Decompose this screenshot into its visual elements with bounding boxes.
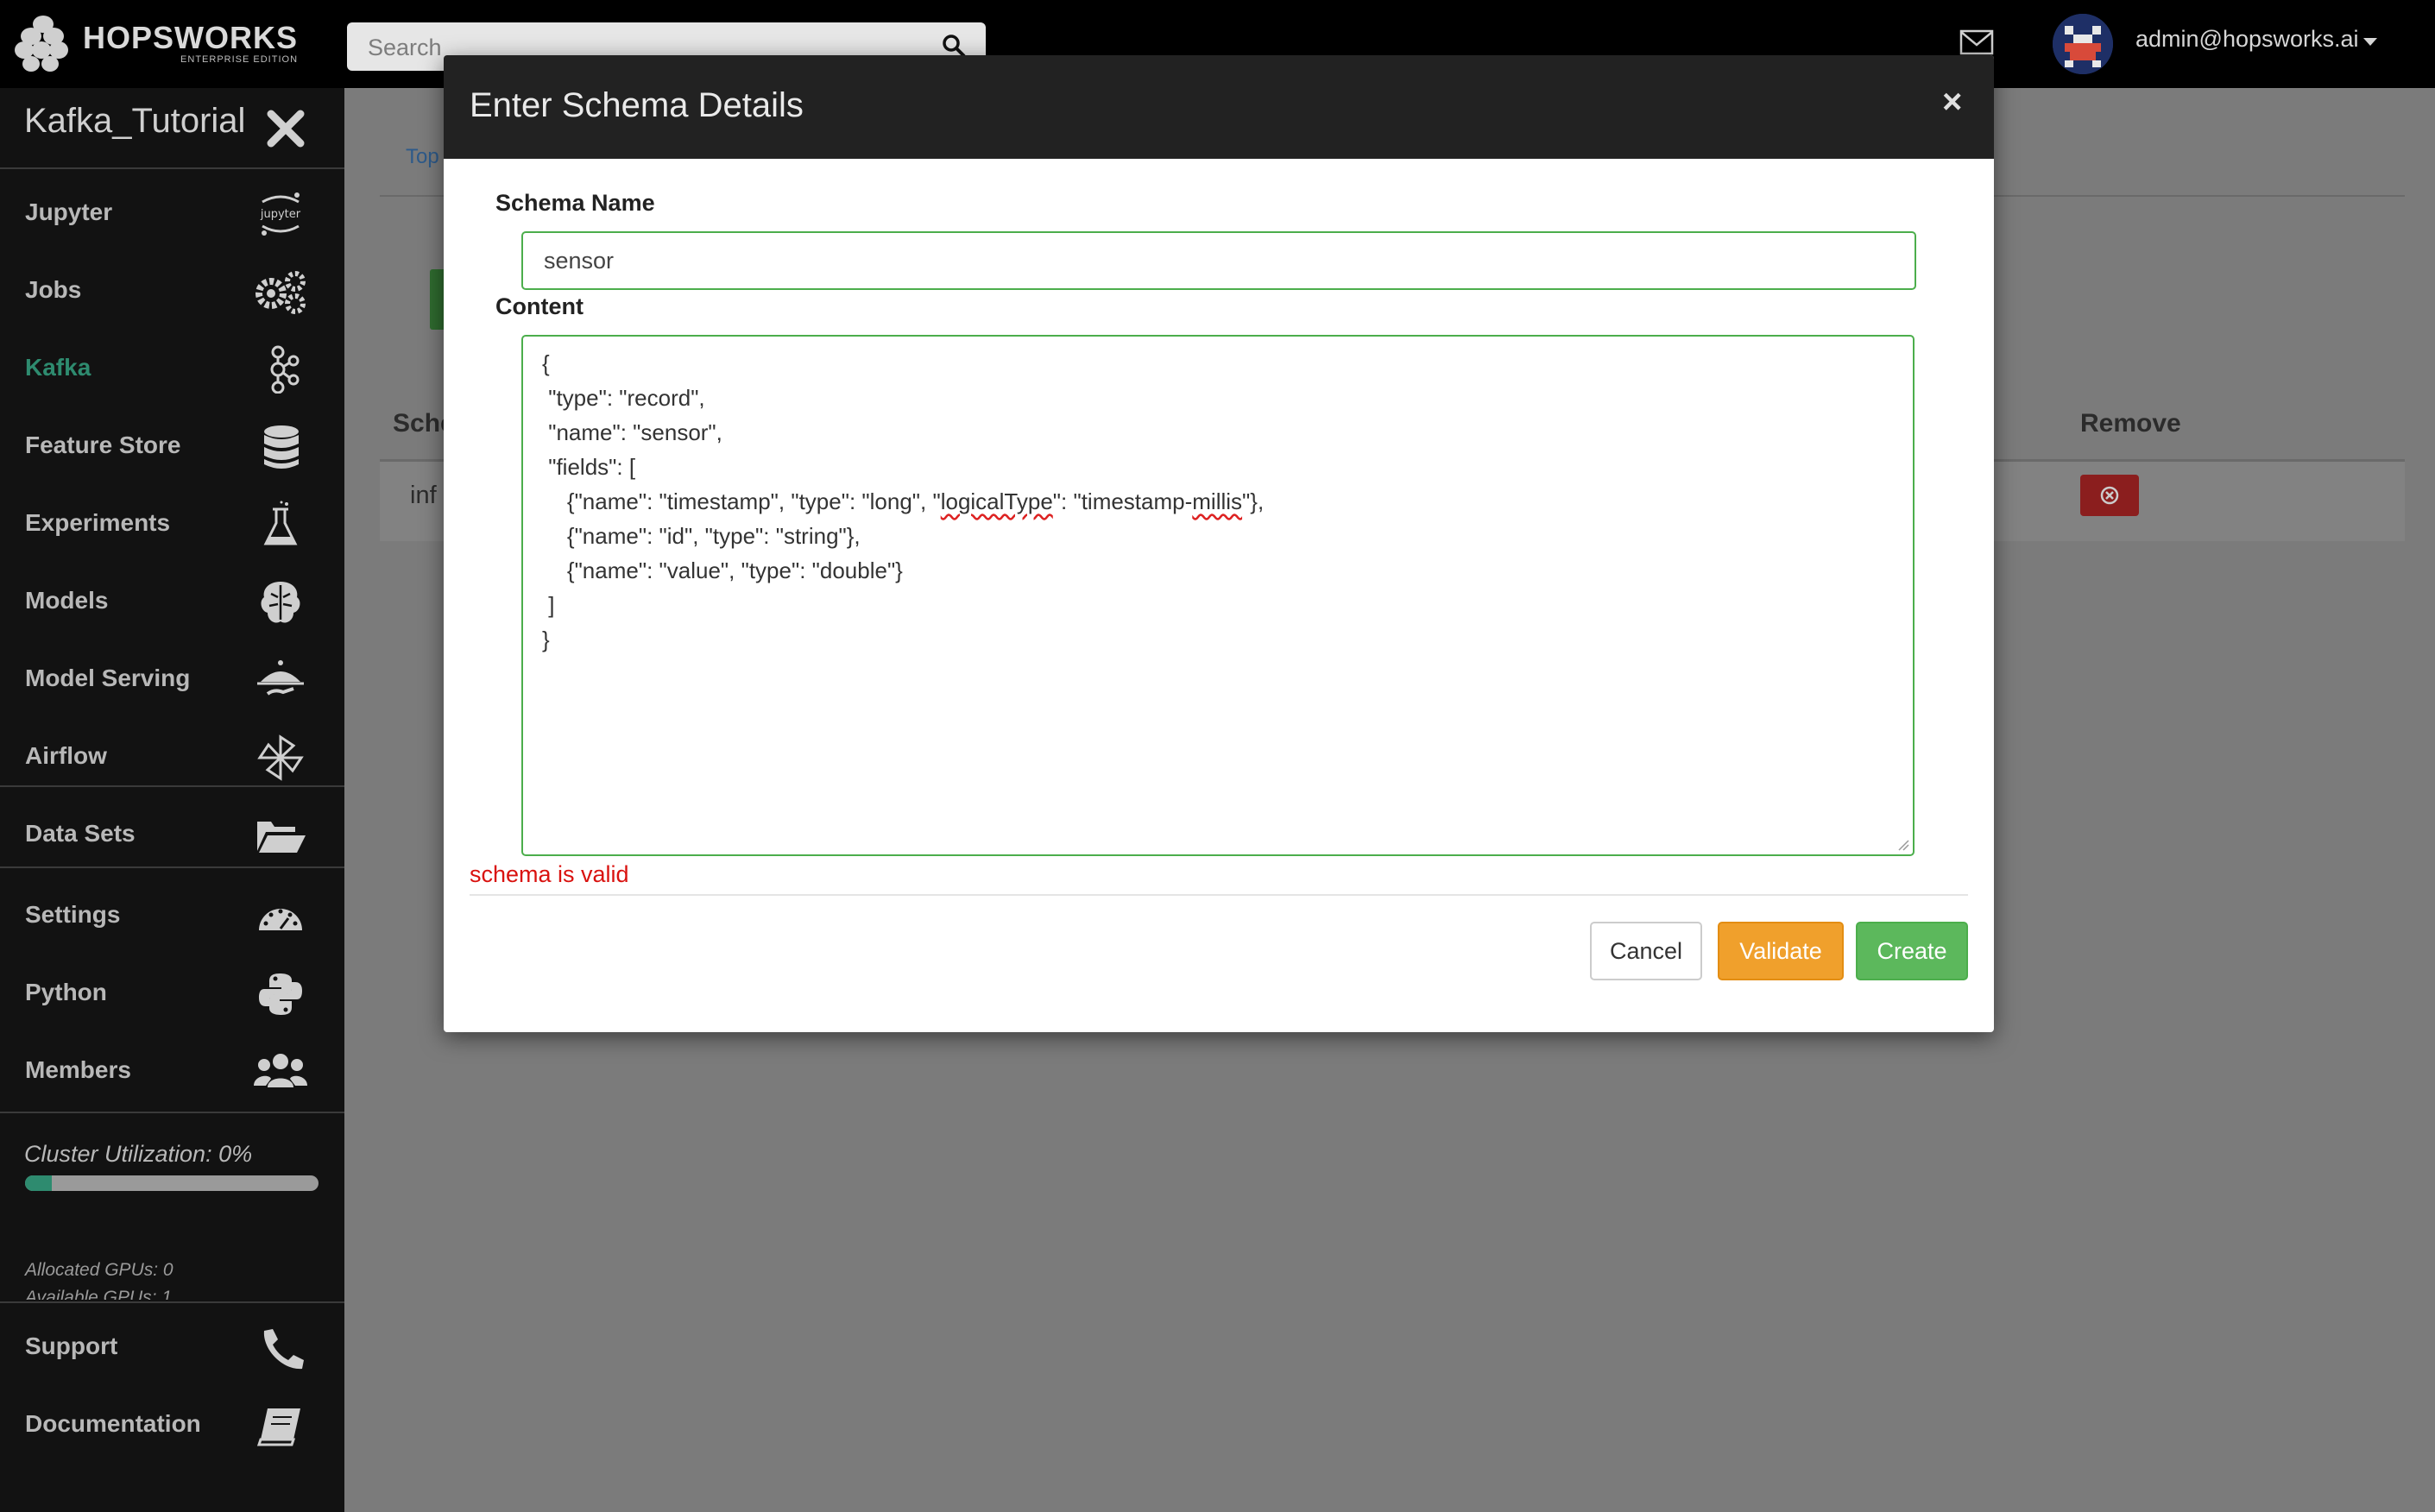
cluster-utilization-fill [25, 1175, 52, 1191]
sidebar-item-label: Documentation [25, 1410, 201, 1437]
circle-x-icon [2100, 486, 2119, 505]
table-cell-schema: inf [410, 482, 437, 509]
dashboard-icon [259, 909, 302, 930]
python-icon [259, 973, 302, 1015]
schema-name-input[interactable] [521, 231, 1916, 290]
code-line: { [542, 350, 550, 376]
brand-name: HOPSWORKS [83, 20, 299, 55]
sidebar-item-support[interactable]: Support [0, 1308, 344, 1386]
schema-content-textarea[interactable]: { "type": "record", "name": "sensor", "f… [521, 335, 1915, 856]
sidebar-item-label: Model Serving [25, 665, 191, 691]
folder-open-icon [257, 822, 306, 853]
schema-dialog: Enter Schema Details × Schema Name Conte… [444, 55, 1994, 1032]
hops-cone-icon [15, 16, 68, 72]
dialog-title: Enter Schema Details [470, 86, 804, 124]
available-gpus: Available GPUs: 1 [25, 1288, 173, 1300]
flask-icon [263, 501, 298, 545]
sidebar-item-label: Jupyter [25, 198, 113, 225]
users-icon [254, 1054, 307, 1087]
chevron-down-icon[interactable] [2363, 38, 2377, 46]
resize-handle-icon[interactable] [1896, 837, 1909, 851]
close-icon[interactable]: × [1942, 83, 1962, 122]
sidebar-item-label: Airflow [25, 742, 107, 769]
divider [0, 1301, 344, 1303]
code-line: } [542, 627, 550, 652]
dialog-header: Enter Schema Details × [444, 55, 1994, 159]
code-line: {"name": "value", "type": "double"} [542, 558, 903, 583]
user-menu[interactable]: admin@hopsworks.ai [2135, 26, 2359, 53]
validation-message: schema is valid [470, 861, 629, 887]
pinwheel-icon [257, 734, 304, 781]
sidebar-item-python[interactable]: Python [0, 954, 344, 1032]
new-schema-button[interactable] [430, 269, 444, 330]
sidebar-item-model-serving[interactable]: Model Serving [0, 640, 344, 718]
cluster-utilization-label: Cluster Utilization: 0% [24, 1141, 253, 1167]
sidebar-item-jobs[interactable]: Jobs [0, 252, 344, 330]
divider [0, 1112, 344, 1113]
allocated-gpus: Allocated GPUs: 0 [25, 1260, 173, 1280]
project-header: Kafka_Tutorial [0, 88, 344, 169]
code-line: {"name": "id", "type": "string"}, [542, 523, 861, 549]
divider [0, 866, 344, 868]
content-label: Content [495, 293, 584, 319]
column-header-remove: Remove [2080, 409, 2181, 438]
sidebar-item-data-sets[interactable]: Data Sets [0, 796, 344, 873]
hopsworks-logo[interactable]: HOPSWORKS ENTERPRISE EDITION [12, 10, 323, 76]
sidebar-item-label: Kafka [25, 354, 91, 381]
sidebar-item-label: Support [25, 1332, 118, 1359]
code-line: "type": "record", [542, 385, 705, 411]
search-placeholder: Search [368, 35, 442, 60]
schema-name-label: Schema Name [495, 190, 655, 216]
sidebar-item-label: Jobs [25, 276, 82, 303]
project-title[interactable]: Kafka_Tutorial [24, 102, 245, 141]
close-project-icon[interactable] [264, 107, 307, 150]
code-line: {"name": "timestamp", "type": "long", "l… [542, 488, 1265, 514]
divider [0, 785, 344, 787]
sidebar-item-airflow[interactable]: Airflow [0, 718, 344, 796]
cancel-button[interactable]: Cancel [1590, 922, 1702, 980]
sidebar-item-models[interactable]: Models [0, 563, 344, 640]
dialog-footer-divider [470, 894, 1968, 896]
book-icon [256, 1408, 300, 1446]
sidebar-item-label: Python [25, 979, 107, 1005]
sidebar-item-kafka[interactable]: Kafka [0, 330, 344, 407]
code-line: ] [542, 592, 555, 618]
tab-topics[interactable]: Top [406, 145, 439, 169]
sidebar-item-label: Feature Store [25, 432, 181, 458]
svg-text:jupyter: jupyter [260, 208, 301, 221]
code-line: "name": "sensor", [542, 419, 722, 445]
gears-icon [255, 271, 306, 314]
brand-edition: ENTERPRISE EDITION [180, 54, 299, 65]
sidebar-item-jupyter[interactable]: Jupyter jupyter [0, 174, 344, 252]
sidebar-item-settings[interactable]: Settings [0, 877, 344, 954]
sidebar-item-label: Settings [25, 901, 121, 928]
phone-icon [263, 1329, 304, 1370]
sidebar-item-feature-store[interactable]: Feature Store [0, 407, 344, 485]
sidebar-item-label: Experiments [25, 509, 171, 536]
sidebar-item-label: Data Sets [25, 820, 136, 847]
create-button[interactable]: Create [1856, 922, 1968, 980]
code-line: "fields": [ [542, 454, 636, 480]
sidebar-item-experiments[interactable]: Experiments [0, 485, 344, 563]
jupyter-icon: jupyter [260, 192, 301, 236]
database-icon [264, 425, 299, 469]
sidebar-item-label: Members [25, 1056, 131, 1083]
envelope-icon[interactable] [1959, 29, 1994, 55]
sidebar-item-members[interactable]: Members [0, 1032, 344, 1110]
sidebar-item-label: Models [25, 587, 109, 614]
validate-button[interactable]: Validate [1718, 922, 1844, 980]
remove-schema-button[interactable] [2080, 475, 2139, 516]
avatar-pixel-icon [2053, 14, 2113, 74]
cluster-utilization-bar [25, 1175, 319, 1191]
brain-icon [261, 582, 300, 623]
kafka-icon [270, 345, 300, 394]
serving-icon [257, 660, 304, 696]
sidebar: Kafka_Tutorial Jupyter jupyter Jobs Kafk… [0, 88, 344, 1512]
avatar[interactable] [2053, 14, 2113, 74]
sidebar-item-documentation[interactable]: Documentation [0, 1386, 344, 1464]
